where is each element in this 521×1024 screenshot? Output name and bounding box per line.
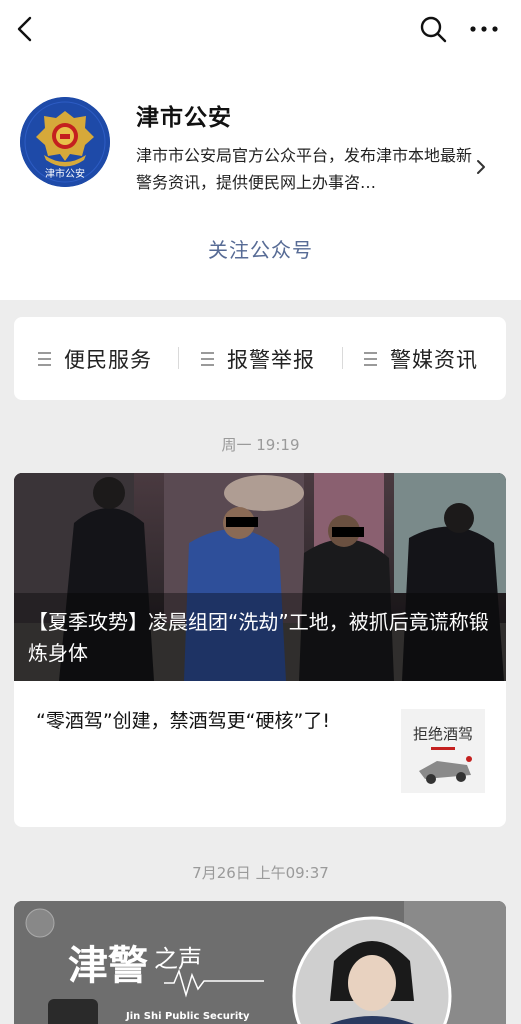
menu-item-service[interactable]: 便民服务 xyxy=(38,317,152,400)
article-subtitle[interactable]: “零酒驾”创建，禁酒驾更“硬核”了! xyxy=(36,705,376,737)
menu-icon xyxy=(38,351,51,366)
menu-item-label: 便民服务 xyxy=(64,347,152,372)
service-menu: 便民服务 报警举报 警媒资讯 xyxy=(14,317,506,400)
banner-title-main: 津警 xyxy=(68,943,148,989)
follow-button[interactable]: 关注公众号 xyxy=(0,234,521,263)
nav-bar xyxy=(0,0,521,58)
article-hero[interactable]: 【夏季攻势】凌晨组团“洗劫”工地，被抓后竟谎称锻炼身体 xyxy=(14,473,506,681)
menu-divider xyxy=(178,347,179,369)
account-description[interactable]: 津市市公安局官方公众平台，发布津市本地最新警务资讯，提供便民网上办事咨… xyxy=(136,142,472,196)
account-avatar[interactable]: 津市公安 xyxy=(20,97,110,187)
article-title: 【夏季攻势】凌晨组团“洗劫”工地，被抓后竟谎称锻炼身体 xyxy=(28,610,489,665)
timestamp: 周一 19:19 xyxy=(221,436,300,454)
menu-divider xyxy=(342,347,343,369)
back-arrow-icon[interactable] xyxy=(12,14,40,44)
menu-item-report[interactable]: 报警举报 xyxy=(201,317,315,400)
menu-icon xyxy=(201,351,214,366)
account-header: 津市公安 津市公安 津市市公安局官方公众平台，发布津市本地最新警务资讯，提供便民… xyxy=(0,0,521,300)
menu-icon xyxy=(364,351,377,366)
avatar-text: 津市公安 xyxy=(45,167,85,180)
banner-title-suffix: 之声 xyxy=(154,945,202,973)
timestamp: 7月26日 上午09:37 xyxy=(192,864,329,882)
article-thumbnail[interactable]: 拒绝酒驾 xyxy=(401,709,485,793)
menu-item-news[interactable]: 警媒资讯 xyxy=(364,317,478,400)
menu-item-label: 警媒资讯 xyxy=(390,347,478,372)
article-card: 【夏季攻势】凌晨组团“洗劫”工地，被抓后竟谎称锻炼身体 “零酒驾”创建，禁酒驾更… xyxy=(14,473,506,827)
article-card-2[interactable]: 津警 之声 Jin Shi Public Security xyxy=(14,901,506,1024)
chevron-right-icon[interactable] xyxy=(474,156,488,178)
more-icon[interactable] xyxy=(468,14,500,44)
account-name[interactable]: 津市公安 xyxy=(136,98,232,132)
search-icon[interactable] xyxy=(418,14,448,44)
menu-item-label: 报警举报 xyxy=(227,347,315,372)
thumbnail-text: 拒绝酒驾 xyxy=(413,725,473,743)
banner-subtitle: Jin Shi Public Security xyxy=(125,1011,250,1022)
